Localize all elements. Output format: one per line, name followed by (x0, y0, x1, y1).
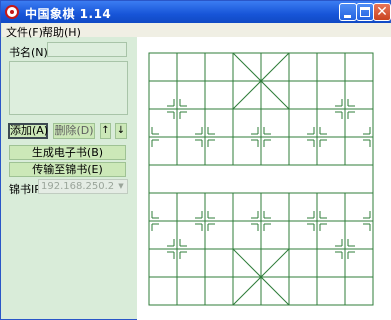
bookname-input[interactable] (47, 42, 127, 57)
ip-label: 锦书IP (9, 183, 41, 196)
bookname-label: 书名(N): (9, 46, 52, 59)
ip-select[interactable]: 192.168.250.2 ▼ (38, 179, 128, 194)
send-to-device-button[interactable]: 传输至锦书(E) (9, 162, 126, 177)
menu-bar: 文件(F) 帮助(H) (2, 23, 391, 40)
book-list[interactable] (9, 61, 128, 115)
menu-help[interactable]: 帮助(H) (42, 24, 81, 40)
window-title: 中国象棋 1.14 (25, 7, 112, 21)
title-bar[interactable]: 中国象棋 1.14 ✕ (1, 1, 391, 23)
delete-button[interactable]: 删除(D) (53, 123, 95, 139)
minimize-button[interactable] (339, 3, 357, 21)
ip-value: 192.168.250.2 (41, 181, 115, 192)
app-icon[interactable] (5, 5, 19, 19)
xiangqi-board[interactable] (137, 37, 391, 320)
add-button[interactable]: 添加(A) (8, 123, 48, 139)
menu-file[interactable]: 文件(F) (6, 24, 43, 40)
chevron-down-icon[interactable]: ▼ (116, 181, 126, 192)
close-icon: ✕ (376, 4, 388, 20)
chess-board-area[interactable] (137, 37, 391, 320)
move-down-button[interactable]: ↓ (115, 123, 127, 139)
close-button[interactable]: ✕ (373, 3, 391, 21)
maximize-button[interactable] (356, 3, 374, 21)
generate-ebook-button[interactable]: 生成电子书(B) (9, 145, 126, 160)
maximize-icon (360, 7, 370, 17)
minimize-icon (344, 15, 351, 18)
move-up-button[interactable]: ↑ (100, 123, 111, 139)
app-window: 中国象棋 1.14 ✕ 文件(F) 帮助(H) 书名(N): 添加(A) 删除(… (0, 0, 391, 320)
